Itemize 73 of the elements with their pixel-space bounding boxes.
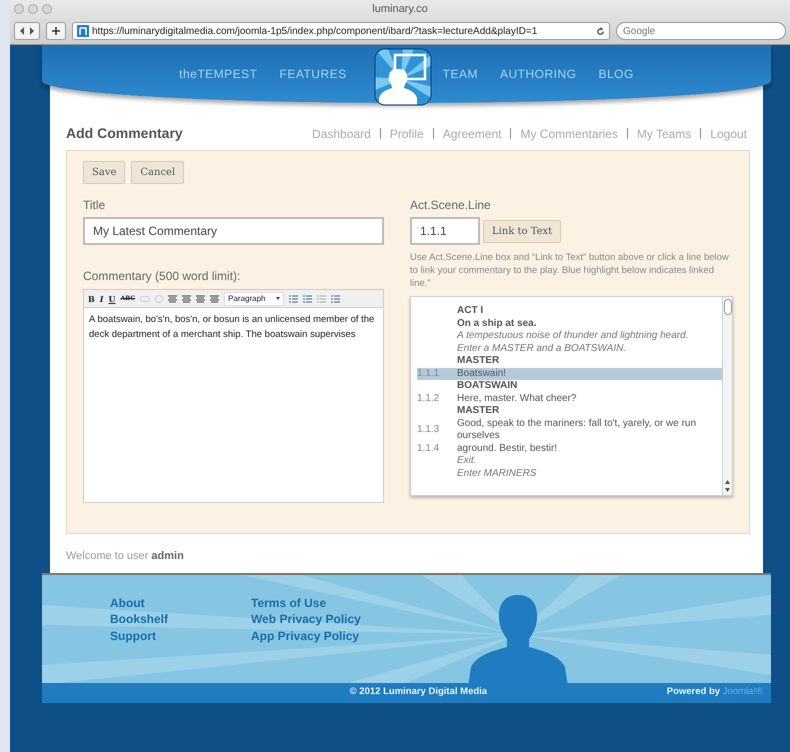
scrollbar[interactable]: [722, 297, 732, 495]
action-button[interactable]: Save: [83, 161, 126, 184]
scroll-arrows-icon[interactable]: [723, 479, 732, 493]
user-menu-link[interactable]: My Teams: [636, 124, 692, 142]
powered-by-text: Powered by Joomla!®: [666, 685, 763, 700]
user-menu-link[interactable]: My Commentaries: [520, 124, 618, 142]
justify-icon[interactable]: [210, 294, 220, 302]
footer-link[interactable]: Web Privacy Policy: [251, 611, 361, 628]
welcome-text: Welcome to user admin: [65, 549, 185, 564]
stage-direction: Enter a MASTER and a BOATSWAIN.: [457, 342, 626, 355]
page-title: Add Commentary: [66, 124, 183, 143]
script-heading: ACT I: [457, 305, 484, 318]
format-dropdown[interactable]: Paragraph: [224, 292, 284, 306]
line-number: 1.1.2: [417, 392, 440, 405]
help-text: Use Act.Scene.Line box and “Link to Text” button above or click a line below to link your commentary to the play. Blue highlight below indicates linked line.”: [410, 251, 730, 290]
script-line[interactable]: 1.1.4 aground. Bestir, bestir!: [417, 442, 722, 455]
nav-link-item[interactable]: BLOG: [598, 65, 634, 83]
line-text: Boatswain!: [457, 368, 506, 380]
format-button[interactable]: B: [88, 292, 95, 304]
user-menu-link[interactable]: Dashboard: [312, 124, 371, 142]
nav-link-item[interactable]: AUTHORING: [500, 65, 576, 83]
footer-link[interactable]: Terms of Use: [251, 594, 361, 611]
nav-link-item[interactable]: theTEMPEST: [179, 65, 258, 83]
scroll-thumb[interactable]: [724, 299, 732, 315]
commentary-text: A boatswain, bo's'n, bos'n, or bosun is an unlicensed member of the deck department of a merchant ship. The boatswain supervises: [88, 313, 376, 342]
align-center-icon[interactable]: [182, 294, 192, 302]
title-field[interactable]: My Latest Commentary: [83, 217, 384, 245]
field-label: Act.Scene.Line: [410, 197, 492, 214]
script-heading: MASTER: [457, 405, 500, 418]
line-number: 1.1.3: [417, 424, 440, 436]
line-text: aground. Bestir, bestir!: [457, 442, 558, 455]
footer-link[interactable]: Support: [110, 628, 213, 644]
plus-icon: [52, 27, 60, 35]
user-menu-link[interactable]: Profile: [390, 124, 424, 142]
numbered-list-icon[interactable]: [303, 294, 312, 302]
line-number: 1.1.4: [417, 442, 440, 455]
user-menu-link[interactable]: Logout: [710, 124, 747, 142]
format-button[interactable]: U: [108, 292, 116, 304]
add-bookmark-button[interactable]: [46, 22, 66, 40]
window-title: luminary.co: [372, 3, 428, 15]
script-heading: On a ship at sea.: [457, 318, 536, 330]
script-line[interactable]: 1.1.2 Here, master. What cheer?: [417, 392, 722, 405]
footer-link[interactable]: App Privacy Policy: [251, 628, 361, 644]
line-text: Here, master. What cheer?: [457, 392, 576, 405]
search-field[interactable]: Google: [616, 22, 786, 40]
script-heading: MASTER: [457, 355, 500, 368]
stage-direction: Enter MARINERS: [457, 468, 536, 480]
site-icon: [77, 25, 89, 37]
stage-direction: A tempestuous noise of thunder and lightning heard.: [457, 330, 688, 342]
footer-link[interactable]: About: [110, 594, 213, 611]
user-menu-link[interactable]: Agreement: [442, 124, 502, 142]
indent-icon[interactable]: [331, 294, 340, 302]
arrow-icon: [20, 27, 34, 35]
field-label: Title: [83, 197, 106, 214]
address-field[interactable]: https://luminarydigitalmedia.com/joomla-1p5/index.php/component/ibard/?task=lectureAdd&playID=1: [72, 22, 610, 40]
nav-link-item[interactable]: FEATURES: [280, 65, 347, 83]
field-label: Commentary (500 word limit):: [83, 268, 242, 285]
action-button[interactable]: Cancel: [131, 161, 184, 184]
footer-link[interactable]: Bookshelf: [110, 611, 213, 628]
script-heading: BOATSWAIN: [457, 380, 518, 392]
align-right-icon[interactable]: [196, 294, 206, 302]
link-to-text-button[interactable]: Link to Text: [483, 220, 562, 242]
act-scene-line-field[interactable]: 1.1.1: [410, 217, 480, 245]
line-number: 1.1.1: [417, 368, 440, 380]
copyright-text: © 2012 Luminary Digital Media: [348, 685, 488, 700]
back-forward-buttons[interactable]: [14, 22, 40, 40]
caret-icon: [276, 297, 280, 300]
stage-direction: Exit.: [457, 455, 476, 468]
nav-link-item[interactable]: TEAM: [442, 65, 478, 83]
bullet-list-icon[interactable]: [289, 294, 298, 302]
reload-icon[interactable]: [596, 26, 605, 36]
align-left-icon[interactable]: [168, 294, 178, 302]
format-button[interactable]: I: [100, 292, 104, 304]
